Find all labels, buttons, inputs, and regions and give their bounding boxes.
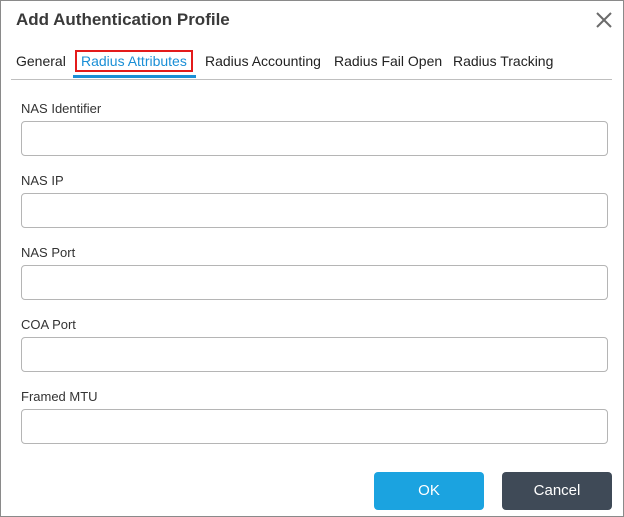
framed-mtu-input[interactable] (21, 409, 608, 444)
close-icon (596, 12, 612, 28)
tab-general[interactable]: General (16, 53, 66, 69)
nas-port-label: NAS Port (21, 245, 76, 260)
active-tab-indicator (73, 75, 196, 78)
ok-button[interactable]: OK (374, 472, 484, 510)
framed-mtu-label: Framed MTU (21, 389, 98, 404)
coa-port-label: COA Port (21, 317, 76, 332)
nas-ip-input[interactable] (21, 193, 608, 228)
nas-identifier-label: NAS Identifier (21, 101, 102, 116)
tab-bar: General Radius Attributes Radius Account… (11, 49, 612, 80)
tab-radius-fail-open[interactable]: Radius Fail Open (334, 53, 442, 69)
tab-radius-accounting[interactable]: Radius Accounting (205, 53, 321, 69)
add-authentication-profile-dialog: Add Authentication Profile General Radiu… (0, 0, 624, 517)
nas-ip-label: NAS IP (21, 173, 64, 188)
cancel-button[interactable]: Cancel (502, 472, 612, 510)
dialog-title: Add Authentication Profile (16, 10, 230, 29)
nas-identifier-input[interactable] (21, 121, 608, 156)
tab-highlight-box (75, 50, 193, 72)
tab-radius-tracking[interactable]: Radius Tracking (453, 53, 553, 69)
coa-port-input[interactable] (21, 337, 608, 372)
close-button[interactable] (593, 9, 615, 31)
nas-port-input[interactable] (21, 265, 608, 300)
